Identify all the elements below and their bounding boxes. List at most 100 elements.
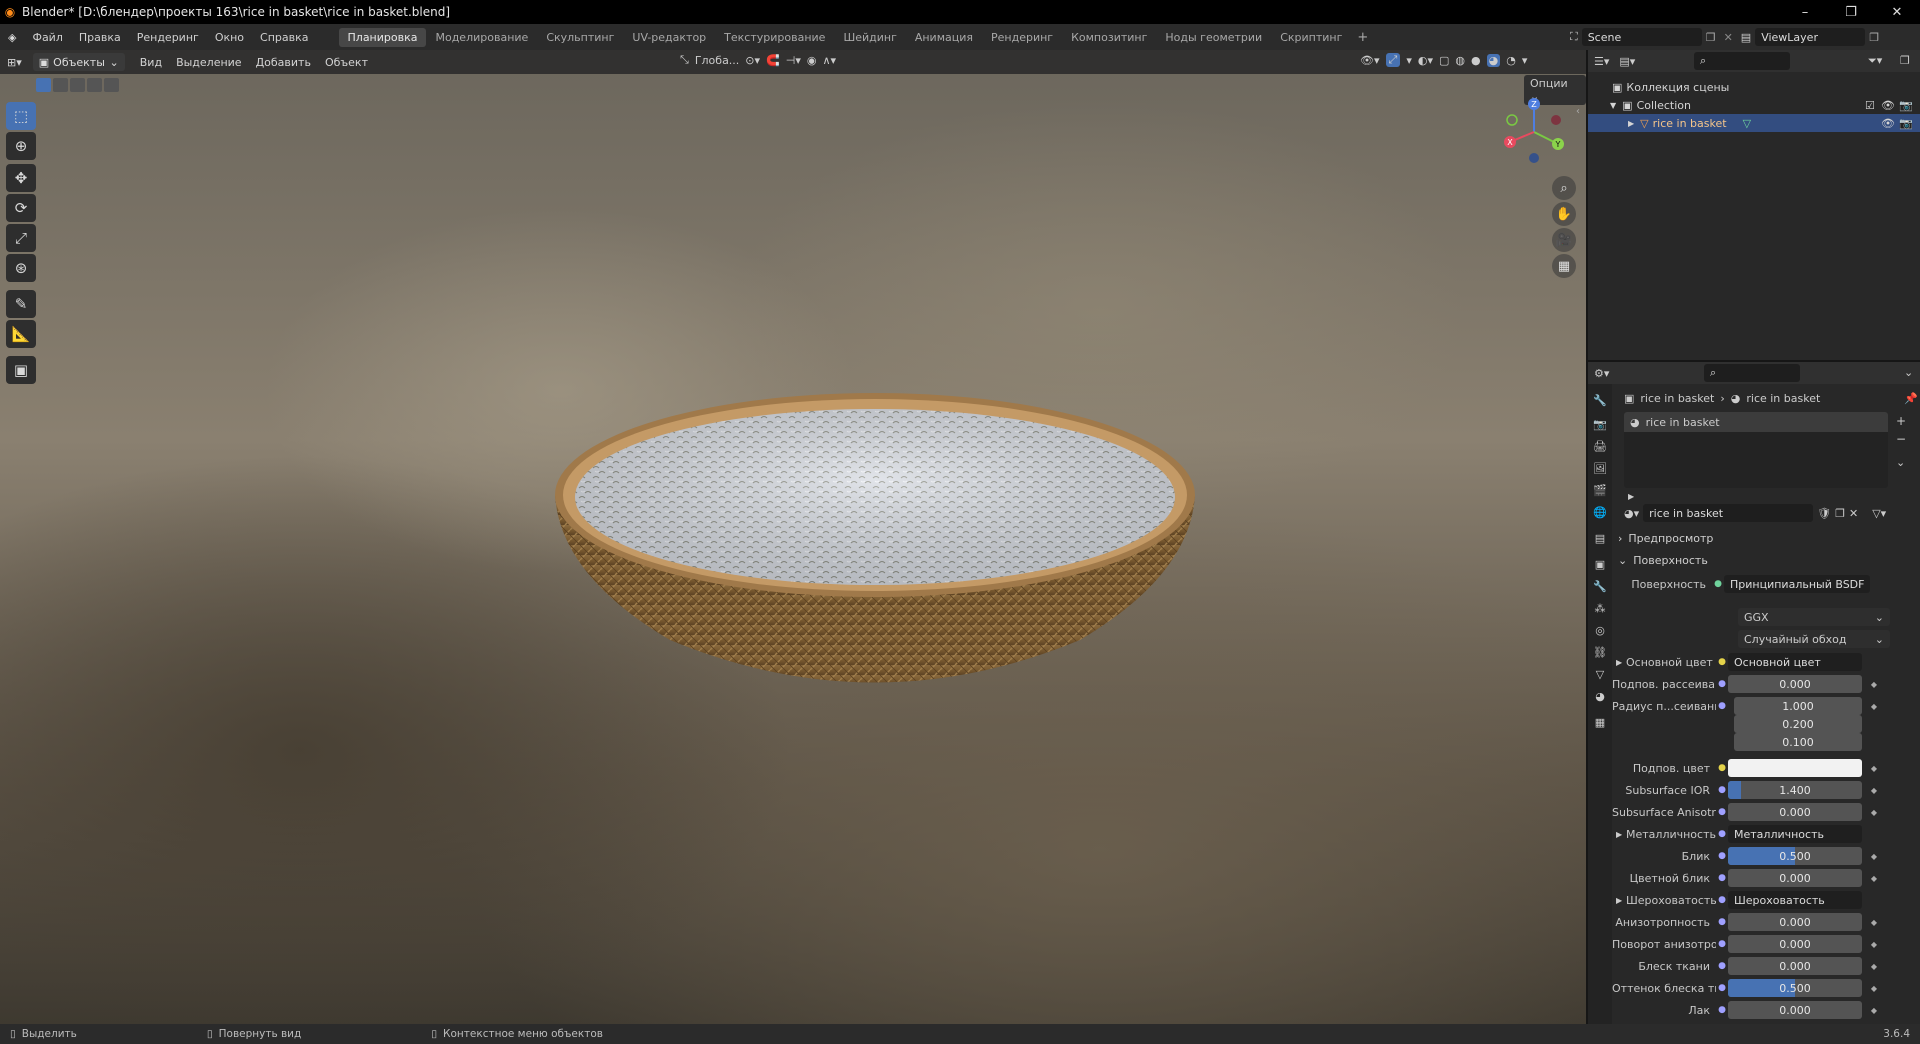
world-tab-icon[interactable]: 🌐: [1592, 504, 1608, 520]
camera-icon[interactable]: 📷: [1899, 99, 1913, 112]
add-workspace-icon[interactable]: +: [1351, 30, 1374, 45]
keyframe-icon[interactable]: ◆: [1868, 962, 1880, 971]
menu-view[interactable]: Вид: [133, 56, 169, 69]
select-new-icon[interactable]: [36, 78, 51, 92]
value-socket-icon[interactable]: ●: [1716, 679, 1728, 689]
expand-arrow-icon[interactable]: ▶: [1588, 119, 1634, 128]
tab-animation[interactable]: Анимация: [906, 28, 982, 47]
tab-compositing[interactable]: Композитинг: [1062, 28, 1156, 47]
material-slot-row[interactable]: ◕ rice in basket: [1624, 412, 1888, 432]
value-socket-icon[interactable]: ●: [1716, 983, 1728, 993]
keyframe-icon[interactable]: ◆: [1868, 808, 1880, 817]
select-intersect-icon[interactable]: [104, 78, 119, 92]
remove-slot-icon[interactable]: −: [1896, 432, 1906, 446]
mesh-data-icon[interactable]: ▽: [1727, 117, 1751, 130]
gizmo-menu-icon[interactable]: ▾: [1406, 54, 1412, 67]
annotate-tool-icon[interactable]: ✎: [6, 290, 36, 318]
subsurface-radius-z-field[interactable]: 0.100: [1734, 733, 1862, 751]
keyframe-icon[interactable]: ◆: [1868, 852, 1880, 861]
select-box-tool-icon[interactable]: ⬚: [6, 102, 36, 130]
base-color-socket[interactable]: Основной цвет: [1728, 653, 1862, 671]
material-link-icon[interactable]: ▽▾: [1862, 507, 1886, 520]
keyframe-icon[interactable]: ◆: [1868, 702, 1880, 711]
object-tab-icon[interactable]: ▣: [1592, 556, 1608, 572]
viewlayer-selector[interactable]: ViewLayer: [1755, 28, 1866, 46]
subsurface-field[interactable]: 0.000: [1728, 675, 1862, 693]
tab-layout[interactable]: Планировка: [338, 27, 427, 47]
value-socket-icon[interactable]: ●: [1716, 785, 1728, 795]
tab-rendering[interactable]: Рендеринг: [982, 28, 1062, 47]
value-socket-icon[interactable]: ●: [1716, 829, 1728, 839]
add-slot-icon[interactable]: +: [1896, 414, 1906, 428]
measure-tool-icon[interactable]: 📐: [6, 320, 36, 348]
tool-tab-icon[interactable]: 🔧: [1592, 392, 1608, 408]
shading-menu-icon[interactable]: ▾: [1522, 54, 1528, 67]
value-socket-icon[interactable]: ●: [1716, 961, 1728, 971]
expand-arrow-icon[interactable]: ▶: [1612, 896, 1626, 905]
physics-tab-icon[interactable]: ◎: [1592, 622, 1608, 638]
checkbox-icon[interactable]: ☑: [1865, 99, 1875, 112]
display-mode-icon[interactable]: ▤▾: [1615, 55, 1639, 68]
snap-icon[interactable]: 🧲: [766, 54, 780, 67]
viewlayer-icon[interactable]: ▤: [1737, 31, 1755, 44]
transform-tool-icon[interactable]: ⊛: [6, 254, 36, 282]
color-socket-icon[interactable]: ●: [1716, 763, 1728, 773]
subsurface-color-swatch[interactable]: [1728, 759, 1862, 777]
tab-modeling[interactable]: Моделирование: [426, 28, 537, 47]
scene-selector[interactable]: Scene: [1581, 28, 1702, 46]
keyframe-icon[interactable]: ◆: [1868, 918, 1880, 927]
mode-selector[interactable]: ▣ Объекты ⌄: [32, 53, 125, 71]
select-subtract-icon[interactable]: [70, 78, 85, 92]
constraints-tab-icon[interactable]: ⛓: [1592, 644, 1608, 660]
expand-arrow-icon[interactable]: ▼: [1588, 101, 1616, 110]
eye-icon[interactable]: 👁: [1881, 117, 1895, 130]
minimize-button[interactable]: –: [1782, 0, 1828, 24]
data-tab-icon[interactable]: ▽: [1592, 666, 1608, 682]
panel-surface-header[interactable]: ⌄ Поверхность: [1618, 550, 1918, 570]
sheen-tint-field[interactable]: 0.500: [1728, 979, 1862, 997]
properties-editor-icon[interactable]: ⚙▾: [1588, 367, 1615, 380]
unlink-material-icon[interactable]: ✕: [1849, 507, 1858, 520]
value-socket-icon[interactable]: ●: [1716, 939, 1728, 949]
vector-socket-icon[interactable]: ●: [1716, 701, 1728, 711]
close-button[interactable]: ✕: [1874, 0, 1920, 24]
transform-orientation[interactable]: Глоба...: [695, 54, 739, 67]
wireframe-shading-icon[interactable]: ◍: [1455, 54, 1465, 67]
view-layer-tab-icon[interactable]: 🖼: [1592, 460, 1608, 476]
eye-icon[interactable]: 👁: [1881, 99, 1895, 112]
texture-tab-icon[interactable]: ▦: [1592, 714, 1608, 730]
keyframe-icon[interactable]: ◆: [1868, 1006, 1880, 1015]
subsurface-anisotropy-field[interactable]: 0.000: [1728, 803, 1862, 821]
pan-hand-icon[interactable]: ✋: [1552, 202, 1576, 226]
roughness-socket[interactable]: Шероховатость: [1728, 891, 1862, 909]
keyframe-icon[interactable]: ◆: [1868, 984, 1880, 993]
subsurface-radius-x-field[interactable]: 1.000: [1734, 697, 1862, 715]
tab-uv-editing[interactable]: UV-редактор: [623, 28, 715, 47]
pin-icon[interactable]: 📌: [1904, 392, 1918, 405]
chevron-down-icon[interactable]: ⌄: [1904, 366, 1913, 379]
move-tool-icon[interactable]: ✥: [6, 164, 36, 192]
falloff-icon[interactable]: ∧▾: [822, 54, 836, 67]
particles-tab-icon[interactable]: ⁂: [1592, 600, 1608, 616]
fake-user-icon[interactable]: 🛡: [1817, 507, 1831, 520]
snap-target-icon[interactable]: ⊣▾: [786, 54, 801, 67]
keyframe-icon[interactable]: ◆: [1868, 764, 1880, 773]
slot-menu-icon[interactable]: ⌄: [1896, 456, 1905, 469]
anisotropic-field[interactable]: 0.000: [1728, 913, 1862, 931]
blender-menu-icon[interactable]: ◈: [0, 31, 24, 44]
specular-field[interactable]: 0.500: [1728, 847, 1862, 865]
expand-arrow-icon[interactable]: ▶: [1612, 830, 1626, 839]
subsurface-radius-y-field[interactable]: 0.200: [1734, 715, 1862, 733]
value-socket-icon[interactable]: ●: [1716, 807, 1728, 817]
menu-edit[interactable]: Правка: [71, 31, 129, 44]
editor-type-icon[interactable]: ⊞▾: [0, 56, 29, 69]
tab-shading[interactable]: Шейдинг: [834, 28, 905, 47]
cursor-tool-icon[interactable]: ⊕: [6, 132, 36, 160]
clearcoat-field[interactable]: 0.000: [1728, 1001, 1862, 1019]
value-socket-icon[interactable]: ●: [1716, 1005, 1728, 1015]
menu-select[interactable]: Выделение: [169, 56, 249, 69]
outliner-search-input[interactable]: ⌕: [1694, 52, 1790, 70]
color-socket-icon[interactable]: ●: [1716, 657, 1728, 667]
panel-preview-header[interactable]: › Предпросмотр: [1618, 528, 1918, 548]
add-cube-tool-icon[interactable]: ▣: [6, 356, 36, 384]
